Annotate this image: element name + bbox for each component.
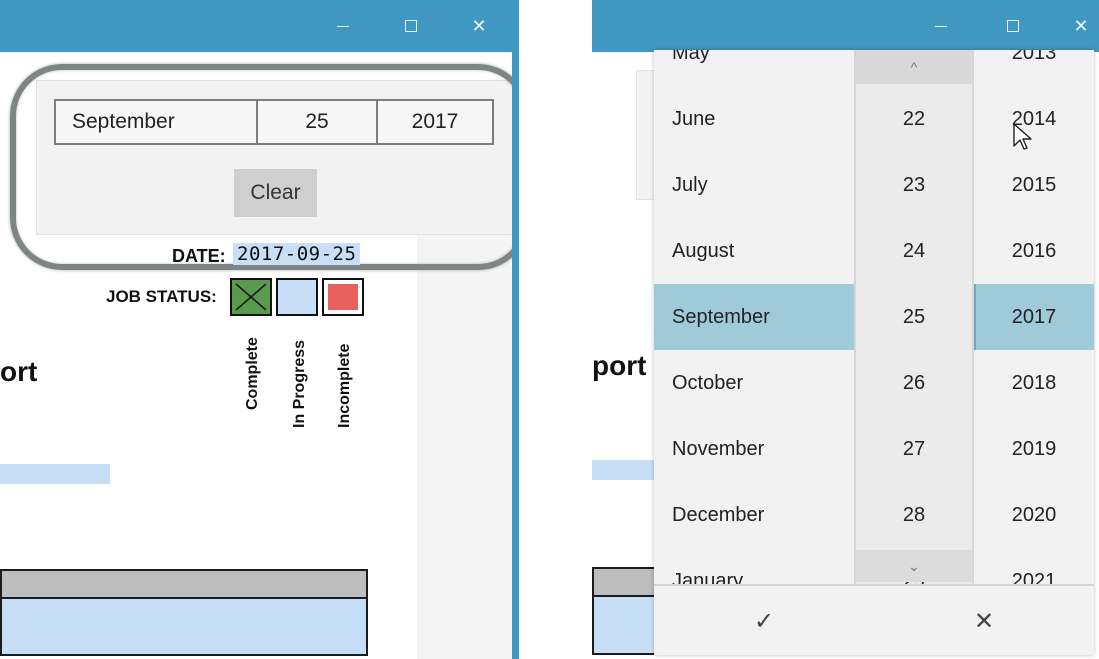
highlight-bar bbox=[592, 460, 662, 480]
close-button[interactable]: ✕ bbox=[1058, 0, 1099, 52]
year-column[interactable]: 2013 2014 2015 2016 2017 2018 2019 2020 … bbox=[974, 50, 1094, 584]
report-heading-partial: port bbox=[592, 350, 647, 381]
status-label-in-progress: In Progress bbox=[291, 339, 308, 428]
month-item[interactable]: August bbox=[654, 218, 854, 284]
close-icon: ✕ bbox=[973, 606, 995, 635]
check-x-icon bbox=[235, 283, 267, 311]
year-item[interactable]: 2020 bbox=[974, 482, 1094, 548]
highlight-callout bbox=[10, 64, 519, 270]
maximize-icon bbox=[1007, 20, 1019, 32]
data-table bbox=[0, 569, 368, 656]
picker-action-bar: ✓ ✕ bbox=[654, 584, 1094, 655]
month-item[interactable]: December bbox=[654, 482, 854, 548]
day-item[interactable]: 26 bbox=[856, 350, 972, 416]
job-status-label: JOB STATUS: bbox=[106, 287, 217, 306]
year-item-selected[interactable]: 2017 bbox=[974, 284, 1094, 350]
month-column[interactable]: May June July August September October N… bbox=[654, 50, 854, 584]
day-item[interactable]: 23 bbox=[856, 152, 972, 218]
dismiss-button[interactable]: ✕ bbox=[874, 586, 1094, 655]
mouse-cursor-icon bbox=[1013, 123, 1032, 150]
month-item[interactable]: May bbox=[654, 50, 854, 86]
scroll-up-button[interactable]: ^ bbox=[856, 50, 972, 84]
month-item-selected[interactable]: September bbox=[654, 284, 854, 350]
report-heading-partial: ort bbox=[0, 356, 38, 387]
check-icon: ✓ bbox=[753, 606, 775, 635]
window-edge bbox=[512, 0, 519, 659]
date-label: DATE: bbox=[172, 246, 226, 266]
month-item[interactable]: January bbox=[654, 548, 854, 585]
date-picker-flyout[interactable]: May June July August September October N… bbox=[654, 50, 1094, 655]
year-item[interactable]: 2019 bbox=[974, 416, 1094, 482]
year-item[interactable]: 2021 bbox=[974, 548, 1094, 585]
accept-button[interactable]: ✓ bbox=[654, 586, 874, 655]
title-bar: ✕ bbox=[592, 0, 1099, 52]
year-item[interactable]: 2015 bbox=[974, 152, 1094, 218]
title-bar: ✕ bbox=[0, 0, 512, 52]
status-incomplete-box[interactable] bbox=[322, 278, 364, 316]
day-item[interactable]: 22 bbox=[856, 86, 972, 152]
close-icon: ✕ bbox=[1073, 15, 1089, 37]
month-item[interactable]: November bbox=[654, 416, 854, 482]
month-item[interactable]: June bbox=[654, 86, 854, 152]
scroll-down-button[interactable]: ⌄ bbox=[856, 550, 972, 582]
minimize-icon bbox=[935, 25, 947, 27]
minimize-icon bbox=[337, 25, 349, 27]
year-item[interactable]: 2013 bbox=[974, 50, 1094, 86]
maximize-icon bbox=[405, 20, 417, 32]
day-item[interactable]: 24 bbox=[856, 218, 972, 284]
year-item[interactable]: 2014 bbox=[974, 86, 1094, 152]
status-in-progress-box[interactable] bbox=[276, 278, 318, 316]
maximize-button[interactable] bbox=[990, 0, 1036, 52]
maximize-button[interactable] bbox=[388, 0, 434, 52]
day-column[interactable]: 21 22 23 24 25 26 27 28 29 bbox=[854, 50, 974, 584]
status-label-complete: Complete bbox=[244, 337, 261, 410]
right-screenshot: ✕ port May June July August September Oc… bbox=[592, 0, 1099, 659]
day-item-selected[interactable]: 25 bbox=[856, 284, 972, 350]
day-item[interactable]: 28 bbox=[856, 482, 972, 548]
minimize-button[interactable] bbox=[918, 0, 964, 52]
year-item[interactable]: 2016 bbox=[974, 218, 1094, 284]
date-value: 2017-09-25 bbox=[233, 243, 361, 265]
status-complete-box[interactable] bbox=[230, 278, 272, 316]
table-header bbox=[2, 571, 366, 599]
close-button[interactable]: ✕ bbox=[456, 0, 502, 52]
month-item[interactable]: October bbox=[654, 350, 854, 416]
left-screenshot: ✕ September 25 2017 Clear DATE: 2017-09-… bbox=[0, 0, 519, 659]
side-panel-background bbox=[417, 235, 512, 659]
year-item[interactable]: 2018 bbox=[974, 350, 1094, 416]
highlight-bar bbox=[0, 464, 110, 484]
table-header bbox=[594, 569, 660, 597]
data-table bbox=[592, 567, 662, 655]
close-icon: ✕ bbox=[471, 15, 487, 37]
day-item[interactable]: 27 bbox=[856, 416, 972, 482]
month-item[interactable]: July bbox=[654, 152, 854, 218]
minimize-button[interactable] bbox=[320, 0, 366, 52]
status-label-incomplete: Incomplete bbox=[336, 343, 353, 428]
chevron-up-icon: ^ bbox=[910, 59, 918, 75]
chevron-down-icon: ⌄ bbox=[908, 557, 920, 574]
